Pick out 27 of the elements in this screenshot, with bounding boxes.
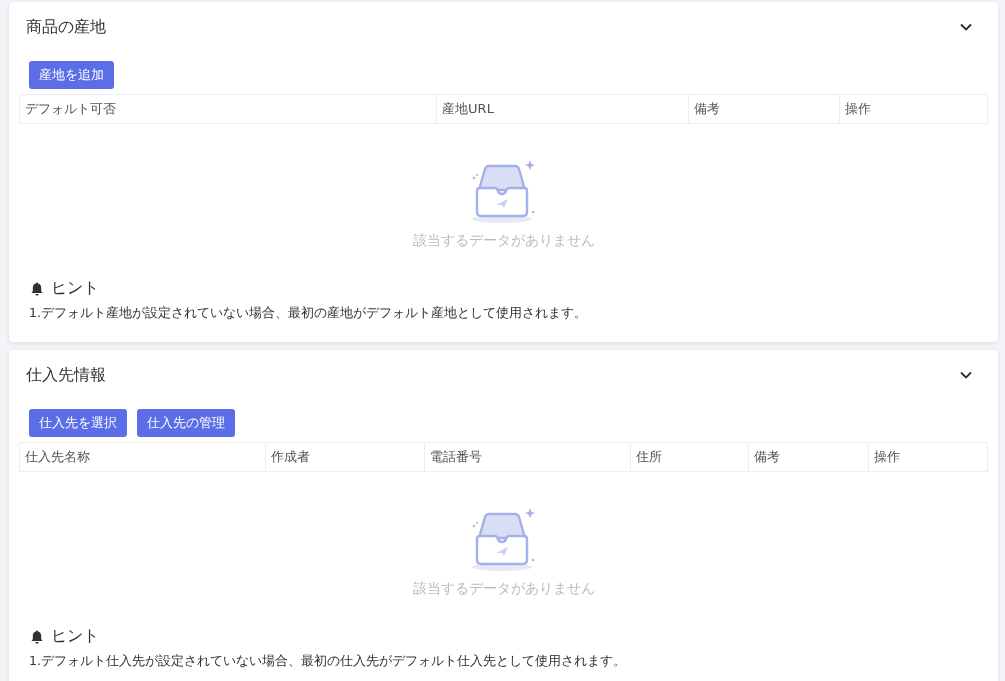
bell-icon (31, 629, 43, 644)
column-header: 産地URL (437, 95, 689, 123)
empty-message: 該当するデータがありません (412, 580, 595, 598)
column-header: 操作 (872, 448, 901, 466)
chevron-icon[interactable] (960, 23, 972, 31)
column-header: 作成者 (265, 443, 426, 471)
column-header: デフォルト可否 (20, 95, 438, 123)
section-title: 仕入先情報 (26, 364, 106, 386)
column-header: 備考 (749, 443, 869, 471)
chevron-icon[interactable] (960, 371, 972, 379)
column-header: 仕入先名称 (20, 443, 266, 471)
section-title: 商品の産地 (26, 16, 106, 38)
column-header: 備考 (688, 95, 840, 123)
column-header: 電話番号 (425, 443, 632, 471)
hint-title: ヒント (51, 278, 99, 299)
hint-text: 1.デフォルト仕入先が設定されていない場合、最初の仕入先がデフォルト仕入先として使用されます。 (29, 653, 627, 670)
hint-title: ヒント (51, 626, 99, 647)
action-button[interactable]: 仕入先を選択 (29, 409, 127, 437)
action-button[interactable]: 仕入先の管理 (137, 409, 235, 437)
empty-box-icon (470, 160, 537, 226)
bell-icon (31, 281, 43, 296)
action-button[interactable]: 産地を追加 (29, 61, 114, 89)
empty-message: 該当するデータがありません (412, 232, 595, 250)
column-header: 住所 (631, 443, 750, 471)
empty-box-icon (470, 508, 537, 574)
hint-text: 1.デフォルト産地が設定されていない場合、最初の産地がデフォルト産地として使用されます。 (29, 305, 588, 322)
column-header: 操作 (843, 100, 872, 118)
